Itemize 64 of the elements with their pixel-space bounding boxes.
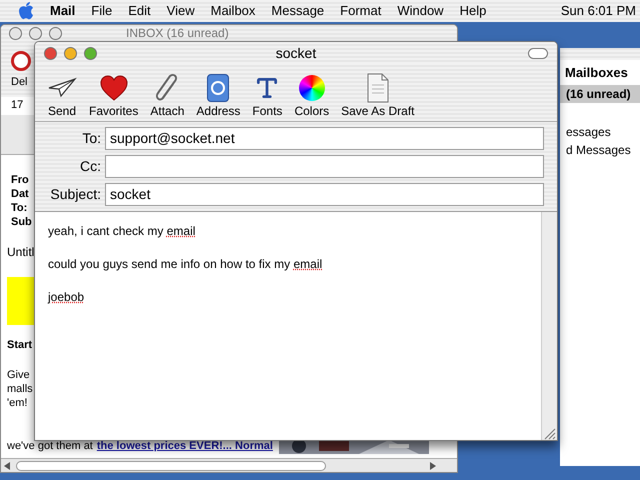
delete-icon[interactable]: [11, 51, 31, 71]
close-button[interactable]: [44, 46, 57, 60]
menu-item[interactable]: View: [166, 1, 195, 21]
header-label: Sub: [11, 215, 32, 229]
window-title: socket: [276, 44, 316, 62]
field-label: Subject:: [49, 185, 102, 204]
body-text: we've got them at: [7, 438, 93, 454]
toolbar-button[interactable]: Attach: [150, 72, 184, 118]
app-menu[interactable]: Mail: [50, 1, 76, 21]
menu-item[interactable]: Mailbox: [210, 1, 256, 21]
field-label: To:: [81, 129, 102, 148]
window-title: INBOX (16 unread): [126, 26, 229, 40]
input-field[interactable]: support@socket.net: [105, 127, 544, 150]
menu-item[interactable]: Message: [271, 1, 324, 21]
body-text: malls: [7, 382, 33, 396]
zoom-button[interactable]: [49, 26, 62, 40]
minimize-button[interactable]: [64, 46, 77, 60]
header-label: To:: [11, 201, 28, 215]
field-label: Cc:: [79, 157, 102, 176]
horizontal-scrollbar[interactable]: [16, 460, 326, 470]
toolbar-toggle-button[interactable]: [528, 48, 548, 58]
resize-grip-icon[interactable]: [542, 426, 556, 440]
header-label: Fro: [11, 173, 29, 187]
menu-item[interactable]: Edit: [128, 1, 151, 21]
minimize-button[interactable]: [29, 26, 42, 40]
header-label: Dat: [11, 187, 29, 201]
document-icon: [366, 73, 389, 103]
menu-item[interactable]: Window: [397, 1, 444, 21]
paper-plane-icon: [47, 76, 77, 100]
section-heading: Start: [7, 339, 32, 351]
toolbar-button[interactable]: Colors: [294, 72, 330, 118]
toolbar-button[interactable]: Favorites: [89, 72, 138, 118]
toolbar-label: Del: [11, 75, 28, 90]
heart-icon: [100, 75, 128, 101]
folder-row[interactable]: essages: [560, 123, 640, 141]
menu-item[interactable]: Format: [340, 1, 382, 21]
toolbar-button[interactable]: Address: [196, 72, 240, 118]
toolbar-button[interactable]: Send: [47, 72, 77, 118]
input-field[interactable]: socket: [105, 183, 544, 206]
message-line: yeah, i cant check my email: [48, 223, 196, 240]
folder-row[interactable]: (16 unread): [560, 85, 640, 103]
message-count: 17: [11, 99, 24, 111]
menu-item[interactable]: Help: [460, 1, 486, 21]
body-text: 'em!: [7, 396, 28, 410]
toolbar-button[interactable]: Fonts: [252, 72, 282, 118]
message-line: joebob: [48, 289, 84, 306]
folder-row[interactable]: d Messages: [560, 141, 640, 159]
attachment-name: Untitl: [7, 245, 34, 259]
input-field[interactable]: [105, 155, 544, 178]
body-text: Give: [7, 368, 30, 382]
promo-link[interactable]: the lowest prices EVER!... Normal: [96, 438, 273, 454]
toolbar-button[interactable]: Save As Draft: [341, 72, 414, 118]
drawer-title: Mailboxes: [565, 65, 628, 80]
banner-image: [7, 277, 37, 325]
scroll-right-icon[interactable]: [430, 462, 436, 470]
close-button[interactable]: [9, 26, 22, 40]
message-line: could you guys send me info on how to fix my email: [48, 256, 322, 273]
clock: Sun 6:01 PM: [560, 2, 637, 20]
scroll-left-icon[interactable]: [4, 462, 10, 470]
apple-icon[interactable]: [18, 2, 34, 20]
address-book-icon: [207, 74, 230, 102]
menu-item[interactable]: File: [91, 1, 112, 21]
zoom-button[interactable]: [84, 46, 97, 60]
color-wheel-icon: [298, 75, 325, 101]
